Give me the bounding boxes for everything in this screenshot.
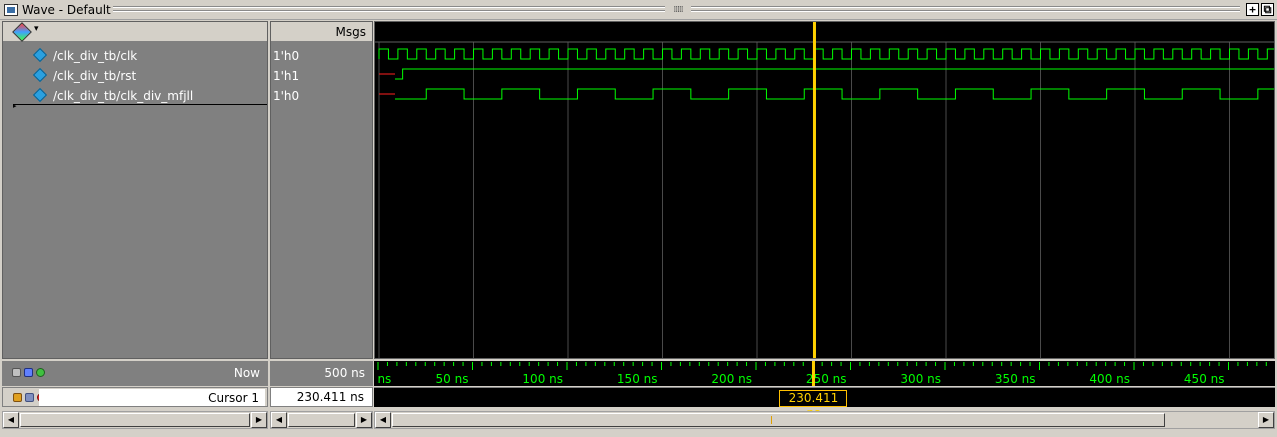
wave-hscrollbar[interactable]: ◀ ▶	[374, 411, 1275, 429]
scroll-right-button[interactable]: ▶	[1258, 412, 1274, 428]
wave-clk	[378, 48, 1274, 60]
cursor-scroll-marker	[771, 416, 772, 424]
wave-rst	[395, 68, 1274, 80]
ruler-tick-label: 450 ns	[1184, 372, 1225, 386]
signal-names-pane[interactable]: ▾ /clk_div_tb/clk /clk_div_tb/rst /clk_d…	[2, 21, 268, 359]
msgs-hscrollbar[interactable]: ◀ ▶	[270, 411, 373, 429]
signal-diamond-icon	[32, 67, 48, 83]
ruler-tick-label: 400 ns	[1089, 372, 1130, 386]
waveform-canvas[interactable]	[375, 22, 1274, 358]
cursor-name-field[interactable]: Cursor 1	[39, 389, 265, 406]
wave-clk-div	[395, 88, 1274, 100]
waveform-area[interactable]	[374, 21, 1275, 359]
signal-value-clk: 1'h0	[273, 49, 300, 63]
scroll-thumb[interactable]	[20, 413, 250, 427]
ruler-tick-label: 50 ns	[436, 372, 469, 386]
time-ruler[interactable]: 0 ns50 ns100 ns150 ns200 ns250 ns300 ns3…	[374, 361, 1275, 386]
signal-name: /clk_div_tb/clk_div_mfjll	[53, 89, 194, 103]
signal-value-rst: 1'h1	[273, 69, 300, 83]
msgs-header: Msgs	[271, 22, 372, 42]
signal-diamond-icon	[32, 87, 48, 103]
ruler-tick-label: 200 ns	[711, 372, 752, 386]
wave-icon[interactable]	[24, 368, 33, 377]
ruler-tick-label: 300 ns	[900, 372, 941, 386]
signal-value-clk-div: 1'h0	[273, 89, 300, 103]
ruler-canvas: 0 ns50 ns100 ns150 ns200 ns250 ns300 ns3…	[374, 361, 1267, 386]
signal-row-rst[interactable]: /clk_div_tb/rst	[3, 66, 267, 86]
scroll-thumb[interactable]	[392, 413, 1165, 427]
signal-row-clk[interactable]: /clk_div_tb/clk	[3, 46, 267, 66]
signal-name: /clk_div_tb/rst	[53, 69, 137, 83]
edit-icon[interactable]	[25, 393, 34, 402]
scroll-right-button[interactable]: ▶	[356, 412, 372, 428]
window-title: Wave - Default	[22, 3, 111, 17]
msgs-pane[interactable]: Msgs 1'h0 1'h1 1'h0	[270, 21, 373, 359]
scroll-thumb[interactable]	[288, 413, 355, 427]
chevron-down-icon[interactable]: ▾	[34, 24, 39, 34]
scroll-left-button[interactable]: ◀	[375, 412, 391, 428]
cursor-value: 230.411 ns	[296, 390, 364, 404]
cursor-value-cell[interactable]: 230.411 ns	[270, 387, 373, 407]
signal-group-icon[interactable]	[12, 22, 32, 42]
add-cursor-icon[interactable]	[36, 368, 45, 377]
signal-diamond-icon	[32, 47, 48, 63]
wave-window-icon	[4, 4, 18, 16]
row-insertion-line	[13, 104, 267, 105]
scroll-left-button[interactable]: ◀	[3, 412, 19, 428]
now-value: 500 ns	[324, 366, 365, 380]
add-window-button[interactable]: +	[1246, 3, 1259, 16]
msgs-column-label: Msgs	[335, 25, 366, 39]
now-label: Now	[233, 366, 260, 380]
signal-name: /clk_div_tb/clk	[53, 49, 138, 63]
scroll-right-button[interactable]: ▶	[251, 412, 267, 428]
ruler-tick-label: 350 ns	[995, 372, 1036, 386]
cursor-time-badge[interactable]: 230.411 ns	[779, 390, 848, 420]
names-header: ▾	[3, 22, 267, 42]
names-hscrollbar[interactable]: ◀ ▶	[2, 411, 268, 429]
cursor-row[interactable]: Cursor 1	[2, 387, 268, 407]
cursor-label: Cursor 1	[208, 391, 259, 405]
restore-window-button[interactable]: ⧉	[1261, 3, 1274, 16]
titlebar-grip[interactable]: ⁞⁞⁞⁞⁞	[665, 5, 691, 15]
window-titlebar[interactable]: Wave - Default ⁞⁞⁞⁞⁞ + ⧉	[0, 0, 1277, 20]
ruler-tick-label: 0 ns	[374, 372, 391, 386]
now-row: Now	[2, 361, 268, 386]
scroll-left-button[interactable]: ◀	[271, 412, 287, 428]
lock-icon[interactable]	[13, 393, 22, 402]
signal-row-clk-div[interactable]: /clk_div_tb/clk_div_mfjll	[3, 86, 267, 106]
zoom-icon[interactable]	[12, 368, 21, 377]
cursor-strip[interactable]: 230.411 ns	[374, 387, 1275, 420]
ruler-tick-label: 150 ns	[617, 372, 658, 386]
now-value-cell: 500 ns	[270, 361, 373, 386]
ruler-tick-label: 100 ns	[522, 372, 563, 386]
